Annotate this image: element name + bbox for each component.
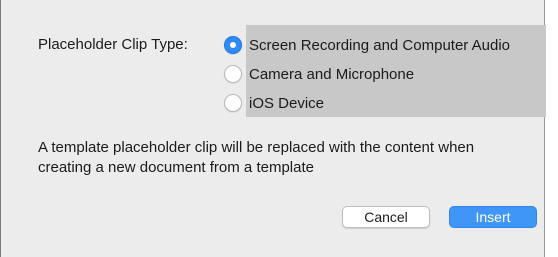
option-label: Screen Recording and Computer Audio xyxy=(249,36,510,54)
option-label: Camera and Microphone xyxy=(249,65,415,83)
cancel-button[interactable]: Cancel xyxy=(342,206,430,228)
insert-placeholder-dialog: Placeholder Clip Type: Screen Recording … xyxy=(0,0,546,257)
option-label: iOS Device xyxy=(249,94,325,112)
insert-button[interactable]: Insert xyxy=(449,206,537,228)
option-screen-recording[interactable]: Screen Recording and Computer Audio xyxy=(224,33,510,57)
placeholder-clip-type-label: Placeholder Clip Type: xyxy=(38,36,188,53)
radio-button-selected[interactable] xyxy=(224,36,242,54)
option-ios-device[interactable]: iOS Device xyxy=(224,91,324,115)
description-text: A template placeholder clip will be repl… xyxy=(38,139,475,176)
radio-button[interactable] xyxy=(224,94,242,112)
option-camera-microphone[interactable]: Camera and Microphone xyxy=(224,62,414,86)
radio-button[interactable] xyxy=(224,65,242,83)
